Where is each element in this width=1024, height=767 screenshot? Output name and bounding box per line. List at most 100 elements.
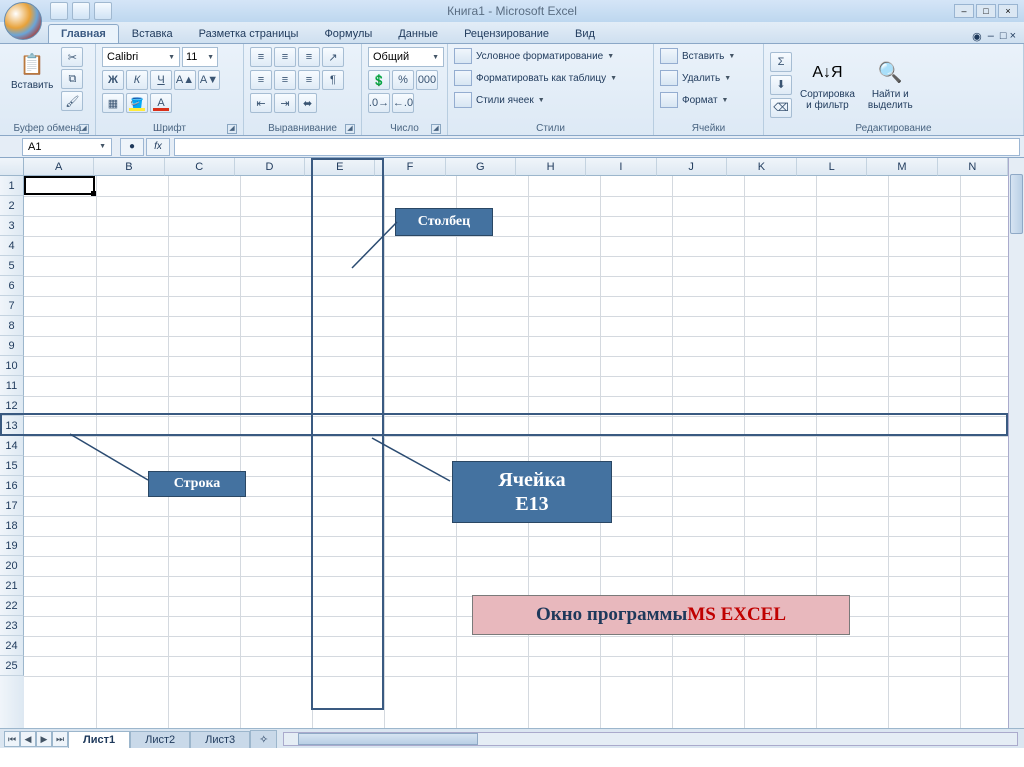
cells-area[interactable] [24,176,1008,728]
tab-formulas[interactable]: Формулы [311,24,385,43]
row-header-25[interactable]: 25 [0,656,24,676]
row-header-16[interactable]: 16 [0,476,24,496]
autosum-button[interactable]: Σ [770,52,792,72]
formula-input[interactable] [174,138,1020,156]
dec-decimal[interactable]: ←.0 [392,93,414,113]
office-button[interactable] [4,2,42,40]
number-format-combo[interactable]: Общий▼ [368,47,444,67]
row-header-8[interactable]: 8 [0,316,24,336]
row-header-21[interactable]: 21 [0,576,24,596]
minimize-button[interactable]: – [954,4,974,18]
tab-home[interactable]: Главная [48,24,119,43]
row-header-9[interactable]: 9 [0,336,24,356]
tab-insert[interactable]: Вставка [119,24,186,43]
merge-button[interactable]: ⬌ [298,93,317,113]
row-header-11[interactable]: 11 [0,376,24,396]
currency-button[interactable]: 💲 [368,70,390,90]
col-header-C[interactable]: C [165,158,235,176]
cut-button[interactable]: ✂ [61,47,83,67]
inc-decimal[interactable]: .0→ [368,93,390,113]
col-header-B[interactable]: B [94,158,164,176]
sheet-nav-prev[interactable]: ◀ [20,731,36,747]
col-header-I[interactable]: I [586,158,656,176]
align-left[interactable]: ≡ [250,70,272,90]
format-cells[interactable]: Формат ▼ [660,91,735,109]
row-header-2[interactable]: 2 [0,196,24,216]
ribbon-close-icon[interactable]: □ × [1000,30,1016,43]
sheet-tab-3[interactable]: Лист3 [190,731,250,748]
sheet-tab-2[interactable]: Лист2 [130,731,190,748]
row-header-23[interactable]: 23 [0,616,24,636]
clear-button[interactable]: ⌫ [770,98,792,118]
align-center[interactable]: ≡ [274,70,296,90]
qat-redo[interactable] [94,2,112,20]
alignment-launcher[interactable]: ◢ [345,124,355,134]
format-as-table[interactable]: Форматировать как таблицу ▼ [454,69,617,87]
conditional-formatting[interactable]: Условное форматирование ▼ [454,47,617,65]
row-header-17[interactable]: 17 [0,496,24,516]
fill-button[interactable]: ⬇ [770,75,792,95]
help-icon[interactable]: ◉ [972,30,982,43]
col-header-H[interactable]: H [516,158,586,176]
row-header-3[interactable]: 3 [0,216,24,236]
close-button[interactable]: × [998,4,1018,18]
fx-button[interactable]: fx [146,138,170,156]
row-header-14[interactable]: 14 [0,436,24,456]
qat-save[interactable] [50,2,68,20]
number-launcher[interactable]: ◢ [431,124,441,134]
find-select-button[interactable]: 🔍 Найти и выделить [863,56,918,114]
sheet-tab-new[interactable]: ✧ [250,730,277,748]
sort-filter-button[interactable]: А↓Я Сортировка и фильтр [795,56,860,114]
copy-button[interactable]: ⧉ [61,69,83,89]
row-header-1[interactable]: 1 [0,176,24,196]
ribbon-min-icon[interactable]: – [988,30,994,43]
orientation[interactable]: ↗ [322,47,344,67]
sheet-nav-last[interactable]: ⏭ [52,731,68,747]
bold-button[interactable]: Ж [102,70,124,90]
align-top[interactable]: ≡ [250,47,272,67]
tab-pagelayout[interactable]: Разметка страницы [186,24,312,43]
cell-styles[interactable]: Стили ячеек ▼ [454,91,617,109]
row-header-7[interactable]: 7 [0,296,24,316]
name-box[interactable]: A1▼ [22,138,112,156]
qat-undo[interactable] [72,2,90,20]
col-header-N[interactable]: N [938,158,1008,176]
align-bottom[interactable]: ≡ [298,47,320,67]
row-header-4[interactable]: 4 [0,236,24,256]
tab-review[interactable]: Рецензирование [451,24,562,43]
fx-cancel[interactable]: ● [120,138,144,156]
col-header-L[interactable]: L [797,158,867,176]
select-all-corner[interactable] [0,158,24,176]
maximize-button[interactable]: □ [976,4,996,18]
percent-button[interactable]: % [392,70,414,90]
delete-cells[interactable]: Удалить ▼ [660,69,735,87]
hscroll-thumb[interactable] [298,733,478,745]
horizontal-scrollbar[interactable] [283,732,1018,746]
font-size-combo[interactable]: 11▼ [182,47,218,67]
row-header-18[interactable]: 18 [0,516,24,536]
row-header-19[interactable]: 19 [0,536,24,556]
vertical-scrollbar[interactable] [1008,158,1024,728]
format-painter-button[interactable]: 🖌 [61,91,83,111]
indent[interactable]: ⇥ [274,93,296,113]
col-header-F[interactable]: F [375,158,445,176]
font-color-button[interactable]: A [150,93,172,113]
border-button[interactable]: ▦ [102,93,124,113]
sheet-nav-next[interactable]: ▶ [36,731,52,747]
clipboard-launcher[interactable]: ◢ [79,124,89,134]
row-header-10[interactable]: 10 [0,356,24,376]
col-header-K[interactable]: K [727,158,797,176]
tab-data[interactable]: Данные [385,24,451,43]
col-header-G[interactable]: G [446,158,516,176]
sheet-nav-first[interactable]: ⏮ [4,731,20,747]
vscroll-thumb[interactable] [1010,174,1023,234]
row-header-24[interactable]: 24 [0,636,24,656]
row-header-22[interactable]: 22 [0,596,24,616]
row-header-20[interactable]: 20 [0,556,24,576]
fill-color-button[interactable]: 🪣 [126,93,148,113]
paste-button[interactable]: 📋 Вставить [6,47,58,122]
font-name-combo[interactable]: Calibri▼ [102,47,180,67]
active-cell[interactable] [24,176,95,195]
col-header-J[interactable]: J [657,158,727,176]
tab-view[interactable]: Вид [562,24,608,43]
